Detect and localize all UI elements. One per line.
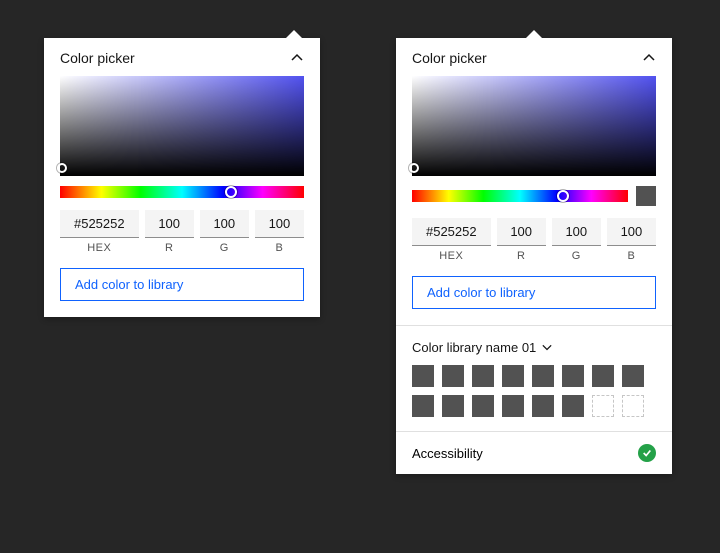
- library-dropdown[interactable]: Color library name 01: [412, 340, 656, 355]
- r-input[interactable]: [145, 210, 194, 238]
- swatch-grid: [412, 365, 656, 417]
- hex-label: HEX: [439, 250, 463, 262]
- library-swatch[interactable]: [442, 395, 464, 417]
- library-swatch[interactable]: [532, 395, 554, 417]
- library-swatch[interactable]: [532, 365, 554, 387]
- accessibility-status-icon: [638, 444, 656, 462]
- g-input[interactable]: [552, 218, 601, 246]
- saturation-cursor[interactable]: [57, 163, 67, 173]
- popover-caret: [526, 30, 542, 38]
- color-inputs: HEX R G B: [60, 210, 304, 254]
- g-label: G: [572, 250, 581, 262]
- popover-caret: [286, 30, 302, 38]
- chevron-up-icon: [643, 52, 655, 64]
- picker-header: Color picker: [44, 38, 320, 76]
- library-swatch[interactable]: [412, 395, 434, 417]
- hue-cursor[interactable]: [557, 190, 569, 202]
- library-swatch[interactable]: [622, 365, 644, 387]
- library-swatch[interactable]: [472, 395, 494, 417]
- r-input[interactable]: [497, 218, 546, 246]
- saturation-picker[interactable]: [60, 76, 304, 176]
- g-input[interactable]: [200, 210, 249, 238]
- saturation-cursor[interactable]: [409, 163, 419, 173]
- library-swatch[interactable]: [592, 365, 614, 387]
- collapse-button[interactable]: [290, 51, 304, 65]
- library-swatch[interactable]: [442, 365, 464, 387]
- library-swatch[interactable]: [502, 395, 524, 417]
- r-label: R: [517, 250, 525, 262]
- chevron-up-icon: [291, 52, 303, 64]
- current-color-swatch: [636, 186, 656, 206]
- library-swatch[interactable]: [472, 365, 494, 387]
- library-swatch[interactable]: [502, 365, 524, 387]
- hue-slider[interactable]: [60, 186, 304, 198]
- b-input[interactable]: [607, 218, 656, 246]
- picker-header: Color picker: [396, 38, 672, 76]
- collapse-button[interactable]: [642, 51, 656, 65]
- color-picker-panel: Color picker HEX R G B Add color to l: [44, 38, 320, 317]
- library-swatch[interactable]: [562, 365, 584, 387]
- color-picker-panel-expanded: Color picker HEX R G B Add color: [396, 38, 672, 474]
- hex-input[interactable]: [412, 218, 491, 246]
- hue-slider[interactable]: [412, 190, 628, 202]
- g-label: G: [220, 242, 229, 254]
- accessibility-section[interactable]: Accessibility: [396, 432, 672, 474]
- hex-label: HEX: [87, 242, 111, 254]
- accessibility-label: Accessibility: [412, 446, 483, 461]
- library-name: Color library name 01: [412, 340, 536, 355]
- library-swatch-empty[interactable]: [592, 395, 614, 417]
- picker-title: Color picker: [412, 50, 487, 66]
- color-inputs: HEX R G B: [412, 218, 656, 262]
- library-swatch[interactable]: [412, 365, 434, 387]
- chevron-down-icon: [542, 340, 552, 355]
- library-swatch[interactable]: [562, 395, 584, 417]
- hex-input[interactable]: [60, 210, 139, 238]
- hue-cursor[interactable]: [225, 186, 237, 198]
- add-to-library-button[interactable]: Add color to library: [60, 268, 304, 301]
- color-library-section: Color library name 01: [396, 326, 672, 431]
- b-input[interactable]: [255, 210, 304, 238]
- add-to-library-button[interactable]: Add color to library: [412, 276, 656, 309]
- b-label: B: [628, 250, 636, 262]
- b-label: B: [276, 242, 284, 254]
- picker-title: Color picker: [60, 50, 135, 66]
- r-label: R: [165, 242, 173, 254]
- saturation-picker[interactable]: [412, 76, 656, 176]
- library-swatch-empty[interactable]: [622, 395, 644, 417]
